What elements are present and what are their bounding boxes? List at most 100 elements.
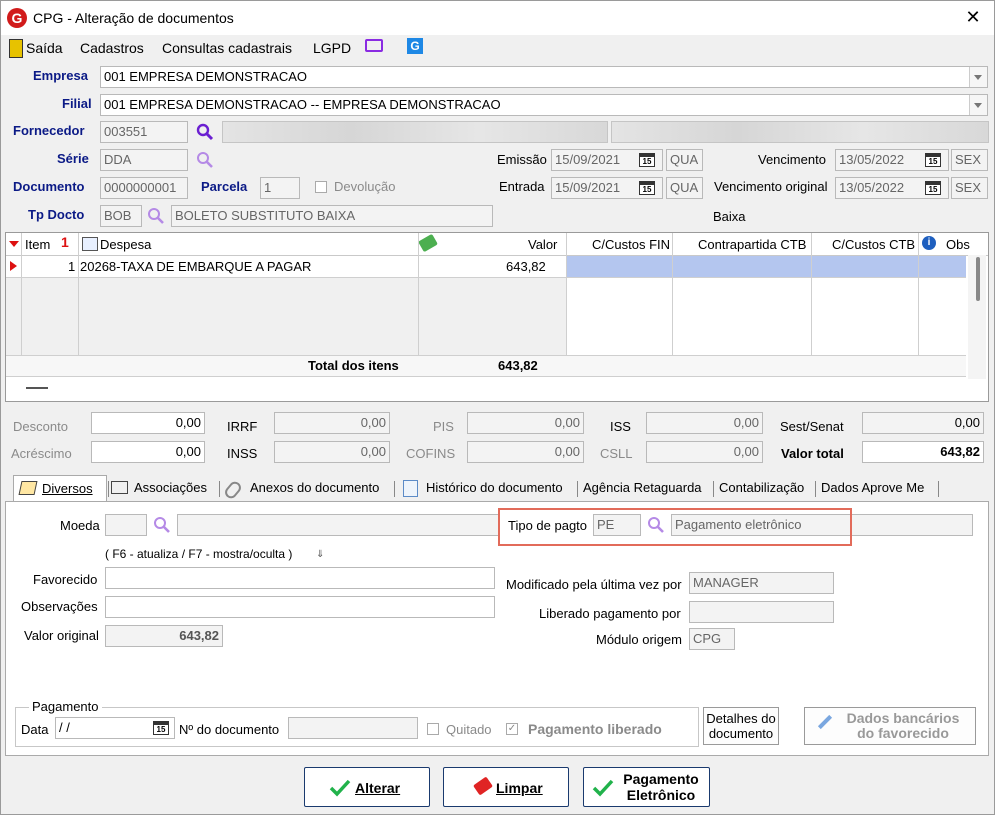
chevron-down-icon[interactable] (969, 95, 987, 115)
col-divider (21, 233, 22, 375)
vencimento-original-day: SEX (951, 177, 988, 199)
devolucao-checkbox[interactable] (315, 181, 327, 193)
vencimento-date: 13/05/2022 (839, 152, 905, 167)
favorecido-field[interactable] (105, 567, 495, 589)
search-icon[interactable] (147, 207, 165, 225)
modulo-field: CPG (689, 628, 735, 650)
col-item[interactable]: Item (25, 237, 50, 252)
row-item[interactable]: 1 (68, 259, 75, 274)
sort-indicator-icon: 1 (61, 234, 69, 250)
calendar-icon[interactable]: 15 (153, 721, 169, 735)
col-obs[interactable]: Obs (946, 237, 970, 252)
entrada-day: QUA (666, 177, 703, 199)
tab-anexos-label: Anexos do documento (250, 480, 380, 495)
col-valor[interactable]: Valor (528, 237, 557, 252)
moeda-desc-field (177, 514, 499, 536)
tab-agencia[interactable]: Agência Retaguarda (583, 477, 713, 499)
alterar-button[interactable]: Alterar (304, 767, 430, 807)
menu-cadastros[interactable]: Cadastros (80, 40, 144, 56)
tab-bar: Diversos Associações Anexos do documento… (5, 475, 989, 502)
row-valor[interactable]: 643,82 (506, 259, 546, 274)
grid-collapse-handle[interactable] (26, 387, 48, 389)
limpar-label: Limpar (496, 780, 543, 796)
shortcut-hint: ( F6 - atualiza / F7 - mostra/oculta ) (105, 547, 293, 561)
sort-down-icon[interactable] (9, 241, 19, 247)
close-icon[interactable]: ✕ (961, 5, 985, 29)
col-contrapartida[interactable]: Contrapartida CTB (698, 237, 806, 252)
tab-contabilizacao-label: Contabilização (719, 480, 805, 495)
dados-bancarios-button[interactable]: Dados bancários do favorecido (804, 707, 976, 745)
documento-field[interactable]: 0000000001 (100, 177, 188, 199)
total-row (6, 356, 966, 376)
observacoes-field[interactable] (105, 596, 495, 618)
items-grid[interactable]: Item 1 Despesa Valor C/Custos FIN Contra… (5, 232, 989, 402)
filial-select[interactable]: 001 EMPRESA DEMONSTRACAO -- EMPRESA DEMO… (100, 94, 988, 116)
calendar-icon[interactable]: 15 (639, 153, 655, 167)
arrow-down-icon[interactable]: ⇓ (316, 549, 324, 560)
modulo-label: Módulo origem (596, 632, 682, 647)
tab-associacoes-label: Associações (134, 480, 207, 495)
acrescimo-field[interactable]: 0,00 (91, 441, 205, 463)
data-label: Data (21, 722, 49, 737)
parcela-field[interactable]: 1 (260, 177, 300, 199)
tab-historico[interactable]: Histórico do documento (399, 477, 579, 499)
tab-associacoes[interactable]: Associações (107, 477, 219, 499)
limpar-button[interactable]: Limpar (443, 767, 569, 807)
fornecedor-name-redacted (222, 121, 608, 143)
moeda-field[interactable] (105, 514, 147, 536)
calendar-icon[interactable]: 15 (639, 181, 655, 195)
g-app-icon[interactable]: G (407, 38, 423, 54)
title-bar: G CPG - Alteração de documentos ✕ (1, 1, 994, 35)
info-icon: i (922, 236, 936, 250)
liberado-field (689, 601, 834, 623)
menu-lgpd[interactable]: LGPD (313, 40, 351, 56)
menu-consultas[interactable]: Consultas cadastrais (162, 40, 292, 56)
chevron-down-icon[interactable] (969, 67, 987, 87)
fornecedor-label: Fornecedor (13, 123, 85, 138)
data-value: / / (59, 720, 70, 735)
desconto-field[interactable]: 0,00 (91, 412, 205, 434)
calendar-icon[interactable]: 15 (925, 153, 941, 167)
search-icon[interactable] (196, 151, 214, 169)
emissao-label: Emissão (497, 152, 547, 167)
serie-field[interactable]: DDA (100, 149, 188, 171)
menu-saida[interactable]: Saída (26, 40, 63, 56)
col-ccustos-ctb[interactable]: C/Custos CTB (832, 237, 915, 252)
col-despesa[interactable]: Despesa (100, 237, 151, 252)
tab-dados-aprove[interactable]: Dados Aprove Me (821, 477, 941, 499)
tab-contabilizacao[interactable]: Contabilização (719, 477, 819, 499)
tpdocto-code-field[interactable]: BOB (100, 205, 142, 227)
pagamento-liberado-checkbox[interactable]: ✓ (506, 723, 518, 735)
entrada-label: Entrada (499, 179, 545, 194)
search-icon[interactable] (196, 123, 214, 141)
eraser-icon (473, 776, 493, 796)
calendar-icon[interactable]: 15 (925, 181, 941, 195)
col-ccustos-fin[interactable]: C/Custos FIN (592, 237, 670, 252)
observacoes-label: Observações (21, 599, 98, 614)
tab-anexos[interactable]: Anexos do documento (222, 477, 393, 501)
detalhes-documento-button[interactable]: Detalhes do documento (703, 707, 779, 745)
col-divider (672, 233, 673, 355)
monitor-icon[interactable] (365, 39, 383, 52)
moeda-label: Moeda (60, 518, 100, 533)
search-icon[interactable] (153, 516, 171, 534)
tab-diversos-label: Diversos (42, 481, 93, 496)
row-despesa[interactable]: 20268-TAXA DE EMBARQUE A PAGAR (80, 259, 311, 274)
grid-empty-area (6, 278, 418, 355)
total-value: 643,82 (498, 358, 538, 373)
exit-door-icon[interactable] (9, 39, 23, 58)
emissao-day: QUA (666, 149, 703, 171)
csll-field: 0,00 (646, 441, 763, 463)
menu-bar: Saída Cadastros Consultas cadastrais LGP… (1, 37, 994, 59)
tab-diversos[interactable]: Diversos (13, 475, 107, 502)
filial-label: Filial (62, 96, 92, 111)
detalhes-button-line1: Detalhes do (706, 711, 776, 726)
empresa-select[interactable]: 001 EMPRESA DEMONSTRACAO (100, 66, 988, 88)
pagamento-eletronico-button[interactable]: Pagamento Eletrônico (583, 767, 710, 807)
baixa-label: Baixa (713, 209, 746, 224)
grid-scrollbar-thumb[interactable] (976, 257, 980, 301)
quitado-checkbox[interactable] (427, 723, 439, 735)
ndoc-field[interactable] (288, 717, 418, 739)
fornecedor-field[interactable]: 003551 (100, 121, 188, 143)
pencil-icon (817, 714, 833, 730)
